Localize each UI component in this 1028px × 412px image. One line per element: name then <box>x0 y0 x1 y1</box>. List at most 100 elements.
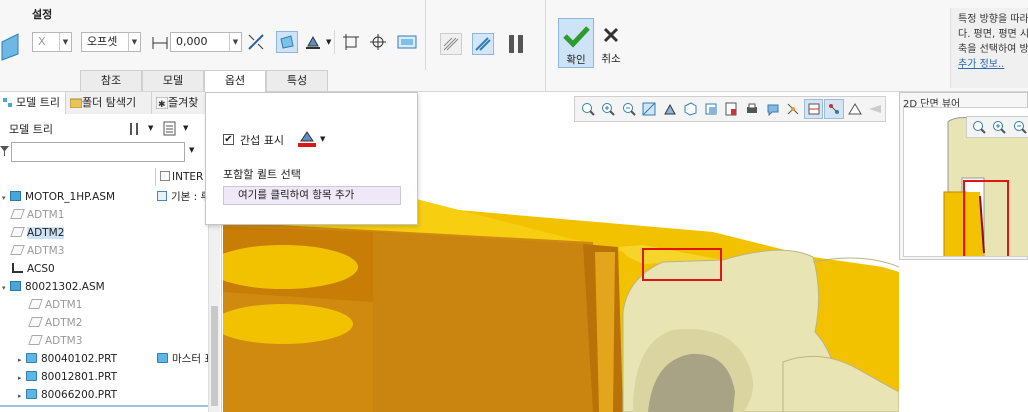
model-tree-panel: 모델 트리 폴더 탐색기 즐겨찾 ✱ 모델 트리 ▼ ▼ ▼ INTER ▾ MO… <box>0 92 222 412</box>
tree-item-80040102-prt[interactable]: ▸ 80040102.PRT <box>18 350 117 368</box>
chevron-down-icon[interactable]: ▼ <box>183 124 188 132</box>
viewer-canvas[interactable] <box>903 107 1028 257</box>
more-info-link[interactable]: 추가 정보.. <box>958 57 1028 72</box>
spin-center-icon[interactable] <box>866 99 886 119</box>
tree-item-80021302-asm[interactable]: ▾ 80021302.ASM <box>2 278 105 296</box>
tab-options[interactable]: 옵션 <box>204 70 266 93</box>
2d-section-viewer: 2D 단면 뷰어 <box>899 92 1028 260</box>
tab-properties[interactable]: 특성 <box>266 70 328 91</box>
expand-icon: ▾ <box>2 194 6 202</box>
quilt-section-label: 포함할 퀼트 선택 <box>223 168 301 181</box>
show-interference-button[interactable] <box>440 33 462 55</box>
datum-display-icon[interactable] <box>783 99 803 119</box>
cancel-button[interactable]: 취소 <box>598 18 624 68</box>
drag-handle-button[interactable] <box>367 31 389 53</box>
zoom-out-icon[interactable] <box>1011 117 1028 137</box>
datum-plane-icon <box>28 299 43 309</box>
window-icon <box>397 35 417 49</box>
clip-button[interactable] <box>340 31 362 53</box>
tree-item-adtm2[interactable]: ADTM2 <box>10 224 65 242</box>
repaint-icon[interactable] <box>640 99 660 119</box>
tree-item-80066200-prt[interactable]: ▸ 80066200.PRT <box>18 386 117 404</box>
tree-item-sub-adtm3[interactable]: ADTM3 <box>28 332 82 350</box>
move-icon <box>370 34 386 50</box>
options-popup: ✔ 간섭 표시 ▼ 포함할 퀼트 선택 여기를 클릭하여 항목 추가 <box>205 92 418 225</box>
horizontal-scrollbar[interactable] <box>0 405 208 407</box>
tab-references[interactable]: 참조 <box>80 70 142 91</box>
zoom-in-icon[interactable] <box>599 99 619 119</box>
part-icon <box>1 33 19 61</box>
highlight-icon[interactable] <box>824 99 844 119</box>
clip-icon <box>343 34 359 50</box>
offset-value-input[interactable]: 0,000 ▼ <box>170 32 242 52</box>
zoom-in-icon[interactable] <box>990 117 1008 137</box>
assembly-icon <box>10 281 21 291</box>
tree-item-motor-asm[interactable]: ▾ MOTOR_1HP.ASM <box>2 188 115 206</box>
tree-search-input[interactable] <box>11 142 185 162</box>
add-item-field[interactable]: 여기를 클릭하여 항목 추가 <box>223 186 401 205</box>
checkmark-icon <box>563 26 590 48</box>
datum-plane-icon <box>10 227 25 237</box>
paint-bucket-icon[interactable] <box>296 129 318 149</box>
saved-views-icon[interactable] <box>681 99 701 119</box>
plane-display-button[interactable] <box>276 31 298 53</box>
datum-plane-icon <box>28 317 43 327</box>
chevron-down-icon[interactable]: ▼ <box>189 146 194 154</box>
section-display-icon[interactable] <box>803 99 824 119</box>
triangle-icon[interactable] <box>845 99 865 119</box>
expand-icon: ▸ <box>18 374 22 382</box>
ribbon-group-title: 설정 <box>32 8 53 21</box>
pause-icon[interactable] <box>507 35 525 53</box>
perspective-icon[interactable] <box>722 99 742 119</box>
chevron-down-icon[interactable]: ▼ <box>320 135 325 143</box>
plane-icon <box>280 35 294 49</box>
datum-plane-icon <box>10 209 25 219</box>
interference-color-button[interactable] <box>302 31 324 53</box>
annotation-icon[interactable] <box>763 99 783 119</box>
tree-item-adtm3[interactable]: ADTM3 <box>10 242 64 260</box>
close-icon <box>603 27 619 43</box>
folder-icon <box>70 98 82 108</box>
refit-icon[interactable] <box>970 117 988 137</box>
part-icon <box>26 389 37 399</box>
ok-button[interactable]: 확인 <box>558 18 594 68</box>
help-panel: 특정 방향을 따라 다. 평면, 평면 시 축을 선택하여 방 추가 정보.. <box>950 8 1028 88</box>
zoom-out-icon[interactable] <box>619 99 639 119</box>
axis-select[interactable]: X ▼ <box>32 32 72 52</box>
settings-icon[interactable] <box>127 121 143 137</box>
expand-icon: ▾ <box>2 284 6 292</box>
flip-direction-icon[interactable] <box>246 32 266 52</box>
filter-icon[interactable] <box>0 145 10 157</box>
ribbon: 설정 X ▼ 오프셋 ▼ 0,000 ▼ ▼ 확인 취소 참조 모델 옵션 특성… <box>0 0 1028 93</box>
offset-type-select[interactable]: 오프셋 ▼ <box>81 32 141 52</box>
part-icon <box>26 353 37 363</box>
interference-checkbox[interactable]: ✔ <box>223 134 234 145</box>
datum-plane-icon <box>10 245 25 255</box>
tree-item-80012801-prt[interactable]: ▸ 80012801.PRT <box>18 368 117 386</box>
display-style-icon[interactable] <box>701 99 721 119</box>
reorient-icon[interactable] <box>660 99 680 119</box>
checkbox-label: 간섭 표시 <box>240 134 284 147</box>
print-icon[interactable] <box>742 99 762 119</box>
show-section-button[interactable] <box>472 33 494 55</box>
tree-item-sub-adtm1[interactable]: ADTM1 <box>28 296 82 314</box>
interference-highlight <box>642 248 722 281</box>
offset-distance-icon <box>152 37 168 49</box>
panel-header: 모델 트리 <box>9 123 53 136</box>
tree-item-sub-adtm2[interactable]: ADTM2 <box>28 314 82 332</box>
chevron-down-icon[interactable]: ▼ <box>326 38 331 46</box>
tree-icon <box>3 98 12 107</box>
view-toolbar <box>574 96 886 122</box>
tree-item-acs0[interactable]: ACS0 <box>12 260 55 278</box>
paint-bucket-icon <box>306 35 320 49</box>
part-icon <box>26 371 37 381</box>
show-icon[interactable] <box>163 121 177 137</box>
svg-text:✱: ✱ <box>158 100 166 109</box>
tree-item-adtm1[interactable]: ADTM1 <box>10 206 64 224</box>
refit-icon[interactable] <box>578 99 598 119</box>
assembly-icon <box>10 191 21 201</box>
tab-model[interactable]: 모델 <box>142 70 204 91</box>
section-view-button[interactable] <box>396 31 418 53</box>
section-icon <box>475 37 491 51</box>
chevron-down-icon[interactable]: ▼ <box>148 124 153 132</box>
